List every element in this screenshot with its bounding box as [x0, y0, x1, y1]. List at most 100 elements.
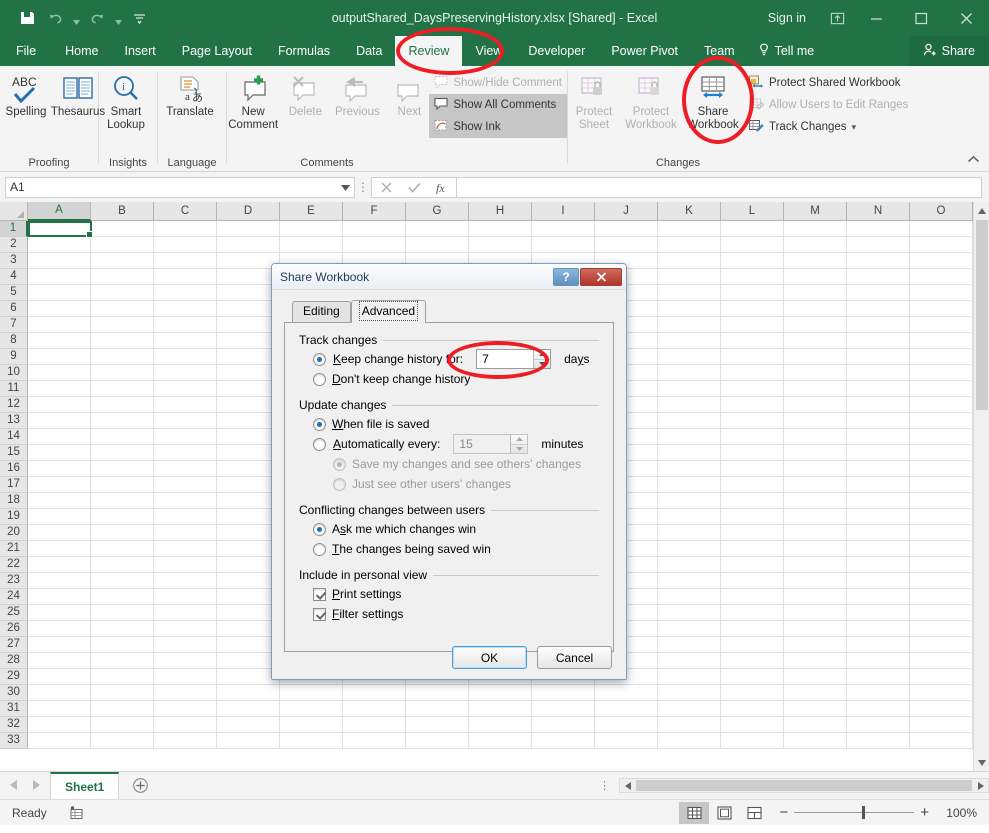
cell-L5[interactable] — [721, 285, 784, 301]
checkbox-print-settings[interactable] — [313, 588, 326, 601]
cell-E32[interactable] — [280, 717, 343, 733]
cell-C28[interactable] — [154, 653, 217, 669]
row-header-10[interactable]: 10 — [0, 365, 28, 381]
cell-L27[interactable] — [721, 637, 784, 653]
cell-B23[interactable] — [91, 573, 154, 589]
zoom-slider[interactable]: − + — [769, 804, 939, 821]
cell-O6[interactable] — [910, 301, 973, 317]
cell-M14[interactable] — [784, 429, 847, 445]
column-header-L[interactable]: L — [721, 202, 784, 221]
cell-A13[interactable] — [28, 413, 91, 429]
previous-sheet-icon[interactable] — [10, 779, 17, 793]
cell-K32[interactable] — [658, 717, 721, 733]
dialog-tab-advanced[interactable]: Advanced — [351, 300, 426, 323]
cell-C31[interactable] — [154, 701, 217, 717]
cell-B29[interactable] — [91, 669, 154, 685]
cell-I1[interactable] — [532, 221, 595, 237]
cell-I31[interactable] — [532, 701, 595, 717]
cell-M20[interactable] — [784, 525, 847, 541]
cell-A6[interactable] — [28, 301, 91, 317]
option-when-file-is-saved[interactable]: When file is saved — [299, 414, 599, 434]
protect-sheet-button[interactable]: Protect Sheet — [568, 70, 620, 132]
cell-B5[interactable] — [91, 285, 154, 301]
dialog-close-button[interactable] — [580, 268, 622, 286]
cell-O13[interactable] — [910, 413, 973, 429]
cell-O33[interactable] — [910, 733, 973, 749]
scroll-down-icon[interactable] — [974, 754, 989, 771]
cell-C27[interactable] — [154, 637, 217, 653]
cell-L30[interactable] — [721, 685, 784, 701]
cell-C15[interactable] — [154, 445, 217, 461]
cell-N24[interactable] — [847, 589, 910, 605]
cell-C6[interactable] — [154, 301, 217, 317]
cell-C17[interactable] — [154, 477, 217, 493]
cell-L21[interactable] — [721, 541, 784, 557]
cell-B22[interactable] — [91, 557, 154, 573]
zoom-in-button[interactable]: + — [920, 804, 929, 821]
column-header-H[interactable]: H — [469, 202, 532, 221]
cell-A19[interactable] — [28, 509, 91, 525]
ribbon-tab-file[interactable]: File — [0, 36, 52, 66]
cell-L10[interactable] — [721, 365, 784, 381]
cell-B24[interactable] — [91, 589, 154, 605]
cell-N5[interactable] — [847, 285, 910, 301]
cell-M13[interactable] — [784, 413, 847, 429]
option-just-see-other-users-changes[interactable]: Just see other users' changes — [299, 474, 599, 494]
cell-C10[interactable] — [154, 365, 217, 381]
cell-K6[interactable] — [658, 301, 721, 317]
column-header-J[interactable]: J — [595, 202, 658, 221]
column-header-M[interactable]: M — [784, 202, 847, 221]
cell-M15[interactable] — [784, 445, 847, 461]
cell-N28[interactable] — [847, 653, 910, 669]
cell-O32[interactable] — [910, 717, 973, 733]
radio-dont-keep-change-history[interactable] — [313, 373, 326, 386]
cell-B17[interactable] — [91, 477, 154, 493]
cell-L33[interactable] — [721, 733, 784, 749]
cell-O12[interactable] — [910, 397, 973, 413]
cell-O19[interactable] — [910, 509, 973, 525]
cell-A7[interactable] — [28, 317, 91, 333]
show-all-comments-button[interactable]: Show All Comments — [429, 94, 567, 116]
change-history-days-value[interactable]: 7 — [477, 350, 533, 368]
share-workbook-button[interactable]: Share Workbook — [682, 70, 744, 132]
column-header-N[interactable]: N — [847, 202, 910, 221]
ribbon-tab-review[interactable]: Review — [395, 36, 462, 66]
cell-B9[interactable] — [91, 349, 154, 365]
ribbon-tab-data[interactable]: Data — [343, 36, 395, 66]
undo-icon[interactable] — [42, 6, 68, 30]
cell-A10[interactable] — [28, 365, 91, 381]
select-all-corner[interactable] — [0, 202, 28, 221]
cell-K18[interactable] — [658, 493, 721, 509]
spinner-down-icon[interactable] — [534, 359, 550, 369]
cell-L9[interactable] — [721, 349, 784, 365]
ribbon-tab-page-layout[interactable]: Page Layout — [169, 36, 265, 66]
cell-L12[interactable] — [721, 397, 784, 413]
row-header-2[interactable]: 2 — [0, 237, 28, 253]
cell-N8[interactable] — [847, 333, 910, 349]
cell-L1[interactable] — [721, 221, 784, 237]
add-sheet-button[interactable] — [119, 772, 162, 799]
cell-C5[interactable] — [154, 285, 217, 301]
option-changes-being-saved-win[interactable]: The changes being saved win — [299, 539, 599, 559]
cell-O5[interactable] — [910, 285, 973, 301]
cell-K8[interactable] — [658, 333, 721, 349]
cell-M31[interactable] — [784, 701, 847, 717]
row-header-1[interactable]: 1 — [0, 221, 28, 237]
ribbon-display-options-icon[interactable] — [820, 0, 854, 36]
cell-A26[interactable] — [28, 621, 91, 637]
cell-B11[interactable] — [91, 381, 154, 397]
cell-M18[interactable] — [784, 493, 847, 509]
zoom-slider-track[interactable] — [794, 812, 914, 813]
cell-M24[interactable] — [784, 589, 847, 605]
row-header-5[interactable]: 5 — [0, 285, 28, 301]
zoom-level-label[interactable]: 100% — [939, 806, 977, 820]
row-header-21[interactable]: 21 — [0, 541, 28, 557]
cell-K12[interactable] — [658, 397, 721, 413]
normal-view-button[interactable] — [679, 802, 709, 824]
cell-K23[interactable] — [658, 573, 721, 589]
cell-O7[interactable] — [910, 317, 973, 333]
cell-K24[interactable] — [658, 589, 721, 605]
cell-G30[interactable] — [406, 685, 469, 701]
cell-C32[interactable] — [154, 717, 217, 733]
cell-K14[interactable] — [658, 429, 721, 445]
